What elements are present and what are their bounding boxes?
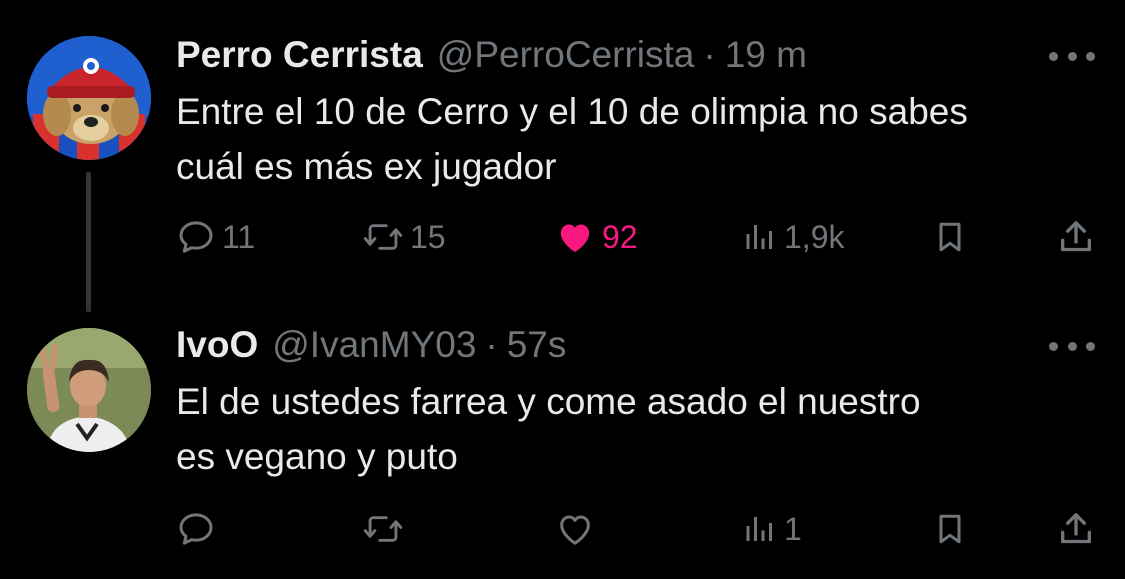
tweet-header: IvoO @IvanMY03 · 57s [176,324,566,368]
retweet-button[interactable] [362,506,410,552]
reply-button[interactable]: 11 [176,214,255,260]
avatar[interactable] [27,36,151,160]
retweet-icon [363,516,403,542]
bookmark-icon [939,514,961,544]
heart-outline-icon [560,515,590,545]
reply-count: 11 [222,218,256,255]
tweet-text-line: El de ustedes farrea y come asado el nue… [176,381,921,422]
share-icon [1061,221,1091,252]
share-button[interactable] [1056,506,1096,552]
timestamp[interactable]: 57s [507,324,567,366]
heart-filled-icon [560,224,590,252]
tweet-header: Perro Cerrista @PerroCerrista · 19 m [176,34,807,78]
view-count: 1 [784,510,802,547]
more-icon[interactable] [1049,48,1095,64]
like-button[interactable]: 92 [554,214,638,260]
retweet-icon [363,224,403,250]
views-icon [746,225,772,249]
view-count: 1,9k [784,218,845,255]
tweet-text-line: cuál es más ex jugador [176,146,557,187]
bookmark-icon [939,222,961,252]
views-button[interactable]: 1 [742,506,802,552]
display-name[interactable]: IvoO [176,324,258,366]
views-button[interactable]: 1,9k [742,214,844,260]
handle[interactable]: @IvanMY03 [272,324,476,366]
tweet[interactable]: IvoO @IvanMY03 · 57s El de ustedes farre… [0,300,1125,579]
tweet[interactable]: Perro Cerrista @PerroCerrista · 19 m Ent… [0,0,1125,312]
separator: · [485,324,498,365]
tweet-text: Entre el 10 de Cerro y el 10 de olimpia … [176,84,1096,194]
more-icon[interactable] [1049,338,1095,354]
avatar-image [27,36,151,160]
timestamp[interactable]: 19 m [725,34,807,76]
display-name[interactable]: Perro Cerrista [176,34,423,76]
reply-button[interactable] [176,506,222,552]
bookmark-button[interactable] [932,506,968,552]
tweet-text-line: es vegano y puto [176,436,458,477]
tweet-actions: 1 [176,506,1096,552]
retweet-count: 15 [410,218,446,255]
tweet-text-line: Entre el 10 de Cerro y el 10 de olimpia … [176,91,968,132]
views-icon [746,517,772,541]
retweet-button[interactable]: 15 [362,214,446,260]
like-count: 92 [602,218,638,255]
share-icon [1061,513,1091,544]
like-button[interactable] [554,506,602,552]
reply-icon [179,221,213,253]
separator: · [703,34,716,75]
tweet-text: El de ustedes farrea y come asado el nue… [176,374,1096,484]
reply-icon [179,513,213,545]
bookmark-button[interactable] [932,214,968,260]
avatar-image [27,328,151,452]
handle[interactable]: @PerroCerrista [437,34,695,76]
avatar[interactable] [27,328,151,452]
thread-line [86,172,91,312]
tweet-actions: 11 15 92 1,9k [176,214,1096,260]
share-button[interactable] [1056,214,1096,260]
